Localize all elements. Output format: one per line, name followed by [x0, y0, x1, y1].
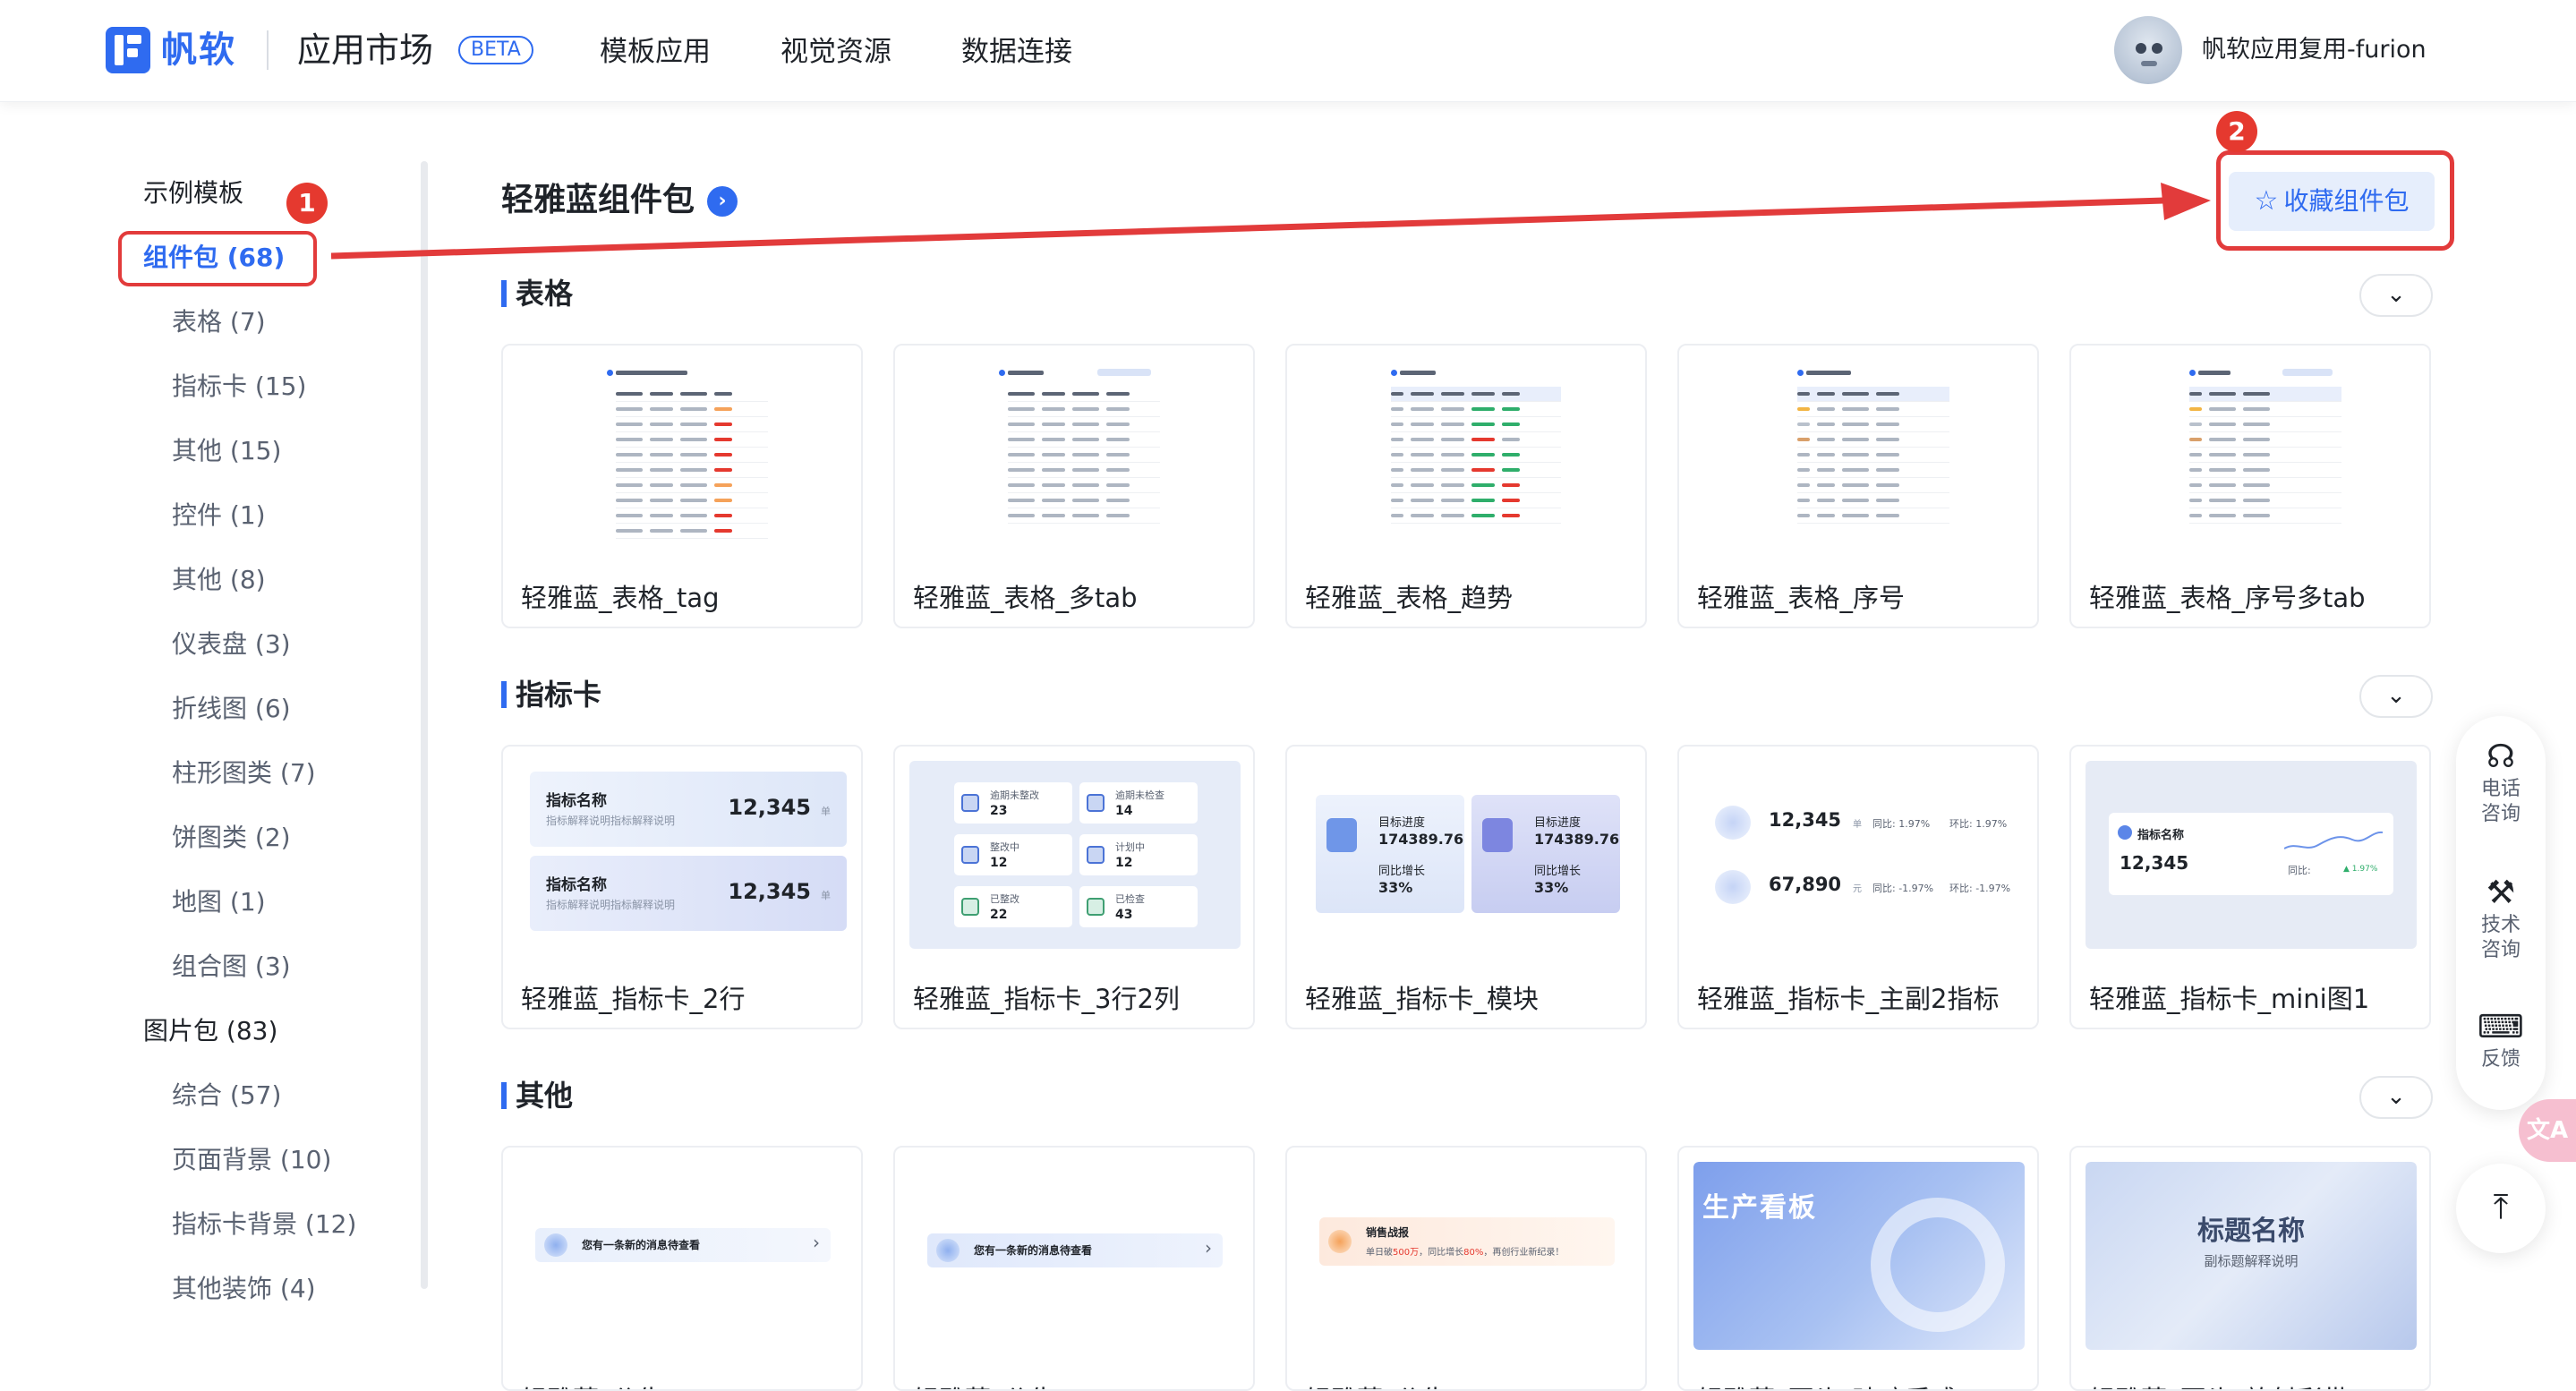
- sidebar-item-other-2[interactable]: 其他 (8): [172, 562, 266, 598]
- favorite-button-label: 收藏组件包: [2283, 186, 2410, 216]
- sidebar-item-combo-chart[interactable]: 组合图 (3): [172, 949, 291, 985]
- package-title: 轻雅蓝组件包: [501, 182, 695, 218]
- sidebar-item-other-decor[interactable]: 其他装饰 (4): [172, 1271, 316, 1307]
- card-header-glass[interactable]: 生产看板 轻雅蓝_页头_玻璃质感: [1677, 1146, 2039, 1391]
- chevron-right-circle-icon[interactable]: ›: [707, 186, 738, 217]
- card-title: 轻雅蓝_表格_多tab: [913, 583, 1138, 613]
- card-title: 轻雅蓝_指标卡_3行2列: [913, 984, 1180, 1014]
- chevron-down-icon[interactable]: ⌄: [2359, 675, 2433, 718]
- sidebar-group-image-packages[interactable]: 图片包 (83): [143, 1013, 277, 1049]
- card-thumbnail: 标题名称 副标题解释说明: [2086, 1162, 2417, 1350]
- chevron-down-icon[interactable]: ⌄: [2359, 1076, 2433, 1119]
- card-kpi-main-sub[interactable]: 12,345 单 同比: 1.97% 环比: 1.97% 67,890 元 同比…: [1677, 745, 2039, 1029]
- star-outline-icon: ☆: [2254, 185, 2279, 217]
- phone-consult-button[interactable]: ☊ 电话咨询: [2456, 738, 2546, 827]
- card-thumbnail: 指标名称 12,345 同比: ▲ 1.97%: [2086, 761, 2417, 949]
- card-thumbnail: 目标进度 174389.76 同比增长 33% 目标进度 174389.76 同…: [1301, 761, 1633, 949]
- card-thumbnail: 12,345 单 同比: 1.97% 环比: 1.97% 67,890 元 同比…: [1693, 761, 2025, 949]
- top-nav: 模板应用 视觉资源 数据连接: [600, 27, 1072, 77]
- sidebar-item-dashboard[interactable]: 仪表盘 (3): [172, 627, 291, 662]
- sidebar-item-map[interactable]: 地图 (1): [172, 884, 266, 920]
- card-thumbnail: [1693, 360, 2025, 548]
- annotation-step-2: 2: [2216, 111, 2257, 152]
- nav-template-apps[interactable]: 模板应用: [600, 27, 711, 77]
- card-thumbnail: 您有一条新的消息待查看 ›: [909, 1162, 1241, 1350]
- card-title: 轻雅蓝_公告_2: [913, 1382, 1085, 1389]
- card-title: 轻雅蓝_指标卡_主副2指标: [1697, 984, 2000, 1014]
- top-header: 帆软 应用市场 BETA 模板应用 视觉资源 数据连接 帆软应用复用-furio…: [0, 0, 2576, 102]
- card-title: 轻雅蓝_指标卡_模块: [1305, 984, 1540, 1014]
- sidebar-scrollbar[interactable]: [421, 161, 428, 1289]
- card-thumbnail: [1301, 360, 1633, 548]
- sidebar-item-kpi-card[interactable]: 指标卡 (15): [172, 369, 306, 405]
- card-title: 轻雅蓝_页头_玻璃质感: [1697, 1382, 1957, 1389]
- logo-text[interactable]: 帆软: [161, 27, 236, 73]
- card-table-tag[interactable]: 轻雅蓝_表格_tag: [501, 344, 863, 628]
- username[interactable]: 帆软应用复用-furion: [2202, 32, 2427, 68]
- fanruan-logo-icon[interactable]: [106, 27, 150, 73]
- card-title: 轻雅蓝_表格_趋势: [1305, 583, 1514, 613]
- chat-bubble-icon: ⌨: [2478, 1009, 2524, 1045]
- card-title: 轻雅蓝_页头_放射彩带: [2089, 1382, 2349, 1389]
- card-notice-2[interactable]: 您有一条新的消息待查看› 轻雅蓝_公告_2: [893, 1146, 1255, 1391]
- sidebar-item-line-chart[interactable]: 折线图 (6): [172, 691, 291, 727]
- help-floating-bar: ☊ 电话咨询 ⚒ 技术咨询 ⌨ 反馈: [2456, 716, 2546, 1110]
- card-kpi-2rows[interactable]: 指标名称 指标解释说明指标解释说明 12,345 单 指标名称 指标解释说明指标…: [501, 745, 863, 1029]
- card-table-index[interactable]: 轻雅蓝_表格_序号: [1677, 344, 2039, 628]
- annotation-step-1: 1: [286, 183, 328, 224]
- sidebar-item-table[interactable]: 表格 (7): [172, 304, 266, 340]
- card-kpi-mini-chart[interactable]: 指标名称 12,345 同比: ▲ 1.97% 轻雅蓝_指标卡_mini图1: [2069, 745, 2431, 1029]
- section-title-other: 其他: [501, 1076, 573, 1115]
- card-table-multitab[interactable]: 轻雅蓝_表格_多tab: [893, 344, 1255, 628]
- robot-avatar-icon[interactable]: [2114, 16, 2182, 84]
- card-title: 轻雅蓝_公告_1: [521, 1382, 693, 1389]
- tools-icon: ⚒: [2486, 875, 2516, 911]
- section-title-kpi: 指标卡: [501, 675, 601, 714]
- sidebar-item-general[interactable]: 综合 (57): [172, 1078, 281, 1114]
- nav-visual-resources[interactable]: 视觉资源: [780, 27, 891, 77]
- arrow-up-icon[interactable]: ⤒: [2456, 1164, 2546, 1253]
- header-divider: [267, 30, 269, 70]
- sidebar-item-bar-chart[interactable]: 柱形图类 (7): [172, 755, 316, 791]
- sidebar-item-other[interactable]: 其他 (15): [172, 433, 281, 469]
- card-title: 轻雅蓝_指标卡_mini图1: [2089, 984, 2370, 1014]
- feedback-button[interactable]: ⌨ 反馈: [2456, 1008, 2546, 1072]
- card-thumbnail: [517, 360, 849, 548]
- card-title: 轻雅蓝_表格_序号: [1697, 583, 1906, 613]
- sidebar-group-example-templates[interactable]: 示例模板: [143, 175, 243, 211]
- headset-icon: ☊: [2486, 738, 2515, 775]
- app-title[interactable]: 应用市场: [297, 27, 433, 73]
- card-header-ribbon[interactable]: 标题名称 副标题解释说明 轻雅蓝_页头_放射彩带: [2069, 1146, 2431, 1391]
- card-kpi-module[interactable]: 目标进度 174389.76 同比增长 33% 目标进度 174389.76 同…: [1285, 745, 1647, 1029]
- card-thumbnail: 生产看板: [1693, 1162, 2025, 1350]
- card-thumbnail: 指标名称 指标解释说明指标解释说明 12,345 单 指标名称 指标解释说明指标…: [517, 761, 849, 949]
- tech-consult-button[interactable]: ⚒ 技术咨询: [2456, 874, 2546, 963]
- card-table-trend[interactable]: 轻雅蓝_表格_趋势: [1285, 344, 1647, 628]
- sidebar-item-kpi-background[interactable]: 指标卡背景 (12): [172, 1207, 356, 1242]
- card-notice-1[interactable]: 您有一条新的消息待查看› 轻雅蓝_公告_1: [501, 1146, 863, 1391]
- card-table-index-multitab[interactable]: 轻雅蓝_表格_序号多tab: [2069, 344, 2431, 628]
- card-title: 轻雅蓝_表格_tag: [521, 583, 720, 613]
- beta-badge: BETA: [458, 36, 533, 64]
- sidebar-item-pie-chart[interactable]: 饼图类 (2): [172, 820, 291, 856]
- nav-data-connection[interactable]: 数据连接: [961, 27, 1072, 77]
- card-thumbnail: 您有一条新的消息待查看 ›: [517, 1162, 849, 1350]
- chevron-down-icon[interactable]: ⌄: [2359, 274, 2433, 317]
- card-thumbnail: 逾期未整改 23 逾期未检查 14 整改中 12 计划中 12 已整改 22 已检查 43: [909, 761, 1241, 949]
- card-title: 轻雅蓝_公告_3: [1305, 1382, 1477, 1389]
- section-title-table: 表格: [501, 274, 573, 313]
- sidebar-item-control[interactable]: 控件 (1): [172, 498, 266, 533]
- card-thumbnail: 销售战报 单日破500万，同比增长80%，再创行业新纪录！: [1301, 1162, 1633, 1350]
- card-kpi-3rows-2cols[interactable]: 逾期未整改 23 逾期未检查 14 整改中 12 计划中 12 已整改 22 已检查 43 …: [893, 745, 1255, 1029]
- favorite-package-button[interactable]: ☆ 收藏组件包: [2229, 172, 2435, 231]
- card-title: 轻雅蓝_表格_序号多tab: [2089, 583, 2366, 613]
- card-thumbnail: [909, 360, 1241, 548]
- sidebar-item-page-background[interactable]: 页面背景 (10): [172, 1142, 331, 1178]
- annotation-highlight-component-packages: [118, 231, 317, 286]
- translate-button[interactable]: 文A: [2519, 1099, 2576, 1162]
- card-thumbnail: [2086, 360, 2417, 548]
- card-title: 轻雅蓝_指标卡_2行: [521, 984, 746, 1014]
- card-notice-3[interactable]: 销售战报 单日破500万，同比增长80%，再创行业新纪录！ 轻雅蓝_公告_3: [1285, 1146, 1647, 1391]
